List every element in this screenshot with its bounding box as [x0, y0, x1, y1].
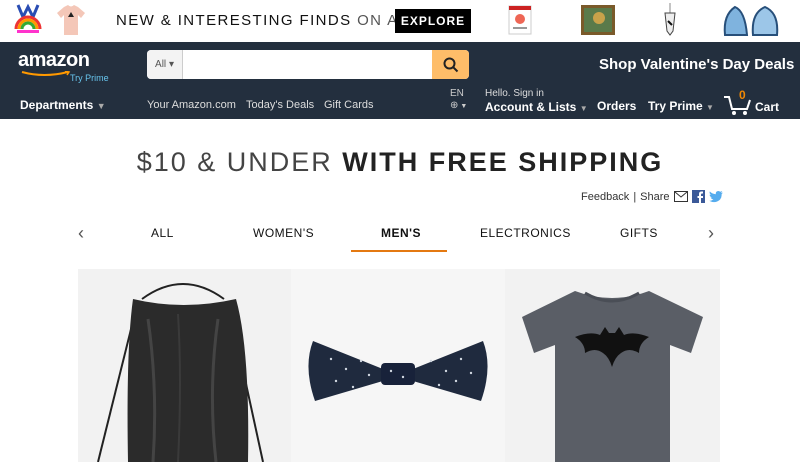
search-category-dropdown[interactable]: All ▾ — [147, 50, 183, 79]
divider: | — [633, 190, 637, 203]
search-button[interactable] — [432, 50, 469, 79]
bow-tie-image — [308, 341, 488, 401]
departments-menu[interactable]: Departments ▼ — [20, 98, 106, 112]
twitter-icon[interactable] — [708, 190, 723, 203]
your-amazon-link[interactable]: Your Amazon.com — [147, 99, 236, 111]
tab-all[interactable]: ALL — [151, 226, 174, 240]
chevron-down-icon: ▼ — [96, 101, 106, 111]
batman-tshirt-image — [522, 291, 703, 462]
painting-icon[interactable] — [579, 3, 617, 37]
promo-banner[interactable]: NEW & INTERESTING FINDS ON AMAZON EXPLOR… — [0, 0, 800, 42]
title-light: $10 & UNDER — [136, 147, 343, 177]
orders-link[interactable]: Orders — [597, 99, 636, 113]
cart-icon — [724, 96, 751, 115]
account-greeting: Hello. Sign in — [485, 88, 544, 99]
tab-mens[interactable]: MEN'S — [381, 226, 421, 240]
try-prime-label: Try Prime — [648, 99, 703, 113]
book-icon[interactable] — [505, 3, 535, 37]
search-icon — [443, 57, 458, 72]
valentines-deals-link[interactable]: Shop Valentine's Day Deals — [599, 56, 794, 73]
cart-count: 0 — [739, 88, 746, 102]
todays-deals-link[interactable]: Today's Deals — [246, 99, 314, 111]
chevron-down-icon: ▼ — [579, 104, 588, 113]
shirt-icon[interactable] — [56, 3, 86, 37]
active-tab-indicator — [351, 250, 447, 252]
try-prime-menu[interactable]: Try Prime ▼ — [648, 99, 714, 113]
share-label: Share — [640, 190, 670, 203]
geode-icon[interactable] — [721, 3, 783, 37]
language-code: EN — [450, 88, 464, 99]
account-menu[interactable]: Hello. Sign in Account & Lists ▼ — [485, 88, 588, 116]
cart-label: Cart — [755, 100, 780, 114]
product-card-drawstring-bag[interactable] — [78, 269, 291, 462]
chevron-down-icon: ▾ — [168, 59, 174, 70]
product-card-bow-tie[interactable] — [291, 269, 505, 462]
gift-cards-link[interactable]: Gift Cards — [324, 99, 374, 111]
search-input[interactable] — [184, 50, 432, 79]
cart-button[interactable]: 0 Cart — [723, 88, 783, 116]
search-category-label: All — [155, 59, 167, 70]
feedback-link[interactable]: Feedback — [581, 191, 629, 203]
chevron-right-icon[interactable]: › — [708, 223, 714, 244]
rainbow-figure-icon[interactable] — [13, 3, 43, 37]
chevron-left-icon[interactable]: ‹ — [78, 223, 84, 244]
explore-button[interactable]: EXPLORE — [395, 9, 471, 33]
chevron-down-icon: ▼ — [706, 103, 714, 112]
page-title: $10 & UNDER WITH FREE SHIPPING — [0, 147, 800, 178]
promo-text-strong: NEW & INTERESTING FINDS — [116, 12, 352, 29]
tab-electronics[interactable]: ELECTRONICS — [480, 226, 571, 240]
email-icon[interactable] — [673, 191, 688, 202]
category-tabs: ‹ ALL WOMEN'S MEN'S ELECTRONICS GIFTS › — [78, 217, 722, 253]
try-prime-link[interactable]: Try Prime — [70, 73, 109, 83]
product-card-batman-tshirt[interactable] — [505, 269, 720, 462]
title-bold: WITH FREE SHIPPING — [342, 147, 664, 177]
nav-secondary-row: Departments ▼ Your Amazon.com Today's De… — [0, 88, 800, 119]
account-lists-label: Account & Lists — [485, 100, 577, 114]
departments-label: Departments — [20, 98, 94, 112]
tab-gifts[interactable]: GIFTS — [620, 226, 658, 240]
facebook-icon[interactable] — [691, 190, 705, 203]
logo-wordmark: amazon — [18, 49, 90, 71]
search-bar: All ▾ — [147, 50, 469, 79]
chevron-down-icon: ▼ — [458, 103, 468, 110]
pendant-icon[interactable] — [655, 3, 685, 37]
amazon-logo[interactable]: amazon Try Prime — [18, 49, 109, 83]
nav-bar: amazon Try Prime All ▾ Shop Valentine's … — [0, 42, 800, 119]
tab-womens[interactable]: WOMEN'S — [253, 226, 314, 240]
language-selector[interactable]: EN ⊕ ▼ — [450, 88, 467, 113]
drawstring-bag-image — [97, 283, 264, 462]
feedback-share-row: Feedback | Share — [581, 190, 723, 203]
